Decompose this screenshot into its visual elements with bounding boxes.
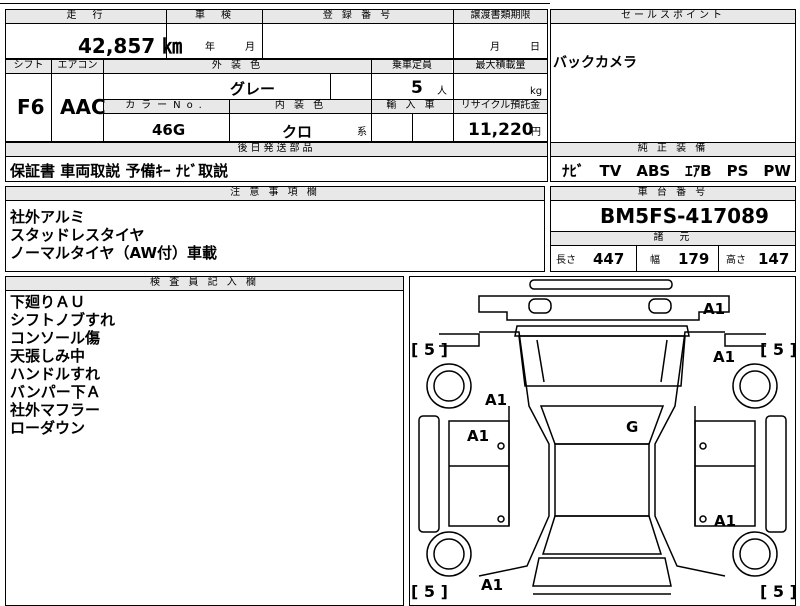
inspection-year-unit: 年 (205, 42, 215, 53)
damage-mark-rear-left: A1 (481, 576, 504, 594)
capacity-header: 乗車定員 (372, 60, 452, 73)
row1-divider-2 (262, 9, 263, 59)
transfer-day-unit: 日 (530, 42, 540, 53)
later-parts-header: 後日発送部品 (6, 143, 547, 156)
chassis-value: BM5FS-417089 (600, 204, 769, 228)
row2-header-line (5, 73, 548, 74)
row2-divider-import (412, 114, 413, 142)
damage-mark-left-front-door: A1 (467, 427, 490, 445)
interior-value: クロ (282, 123, 313, 141)
shift-value: F6 (17, 95, 45, 119)
mileage-header: 走 行 (6, 10, 166, 23)
damage-mark-roof: G (626, 418, 639, 436)
specs-divider-2 (718, 245, 719, 272)
inspector-line: コンソール傷 (10, 329, 101, 347)
recycle-header: リサイクル預託金 (454, 100, 547, 113)
interior-header: 内 装 色 (230, 100, 371, 113)
inspector-line: ハンドルすれ (10, 365, 101, 383)
mileage-value: 42,857 ㎞ (78, 34, 183, 58)
exterior-color-header: 外 装 色 (104, 60, 371, 73)
inspector-line: 天張しみ中 (10, 347, 86, 365)
shift-header: シフト (6, 60, 51, 73)
specs-header: 諸 元 (551, 232, 795, 245)
specs-header-line (550, 245, 796, 246)
interior-unit: 系 (357, 127, 367, 138)
inspector-header-line (5, 290, 404, 291)
ac-header: エアコン (52, 60, 103, 73)
inspection-month-unit: 月 (245, 42, 255, 53)
sales-point-value: バックカメラ (553, 55, 637, 71)
width-label: 幅 (650, 255, 660, 266)
top-edge-line (0, 3, 550, 4)
max-load-header: 最大積載量 (454, 60, 547, 73)
length-label: 長さ (556, 255, 576, 266)
length-value: 447 (593, 250, 625, 268)
row1-header-line (5, 23, 548, 24)
damage-mark-front-right-fender: A1 (713, 348, 736, 366)
row2-divider-shift (51, 59, 52, 142)
max-load-unit: kg (530, 86, 543, 97)
row2-divider-ext-inner (330, 73, 331, 99)
note-line: スタッドレスタイヤ (10, 226, 145, 244)
width-value: 179 (678, 250, 710, 268)
damage-mark-front-bumper: A1 (703, 300, 726, 318)
inspector-list: 下廻りＡＵ シフトノブすれ コンソール傷 天張しみ中 ハンドルすれ バンパー下Ａ… (10, 293, 115, 437)
later-parts-header-line (5, 156, 548, 157)
row2-divider-colorno (229, 99, 230, 142)
height-value: 147 (758, 250, 790, 268)
notes-header-line (5, 200, 545, 201)
notes-list: 社外アルミ スタッドレスタイヤ ノーマルタイヤ（AW付）車載 (10, 208, 217, 262)
height-label: 高さ (726, 255, 746, 266)
color-no-value: 46G (152, 121, 186, 139)
inspector-line: 下廻りＡＵ (10, 293, 86, 311)
row2-sub-header-line (103, 113, 548, 114)
recycle-unit: 円 (531, 127, 541, 138)
inspector-line: シフトノブすれ (10, 311, 116, 329)
row1-divider-3 (453, 9, 454, 59)
note-line: 社外アルミ (10, 208, 85, 226)
damage-mark-right-rear-door: A1 (714, 512, 737, 530)
notes-header: 注 意 事 項 欄 (6, 187, 544, 200)
chassis-header: 車 台 番 号 (551, 187, 795, 200)
inspector-header: 検 査 員 記 入 欄 (6, 277, 403, 290)
inspector-line: バンパー下Ａ (10, 383, 101, 401)
registration-header: 登 録 番 号 (263, 10, 453, 23)
equipment-header-line (550, 156, 796, 157)
note-line: ノーマルタイヤ（AW付）車載 (10, 244, 218, 262)
inspector-line: ローダウン (10, 419, 86, 437)
chassis-header-line (550, 200, 796, 201)
exterior-color-value: グレー (230, 80, 276, 98)
inspector-line: 社外マフラー (10, 401, 101, 419)
tire-rear-right: [ 5 ] (760, 582, 797, 601)
equipment-value: ﾅﾋﾞ TV ABS ｴｱB PS PW (562, 162, 791, 180)
color-no-header: カラーNo. (104, 100, 229, 113)
inspection-header: 車 検 (167, 10, 262, 23)
import-header: 輸 入 車 (372, 100, 452, 113)
tire-front-left: [ 5 ] (411, 340, 448, 359)
specs-divider-1 (636, 245, 637, 272)
transfer-header: 譲渡書類期限 (454, 10, 547, 23)
damage-mark-left-fender: A1 (485, 391, 508, 409)
sales-point-header: セールスポイント (551, 10, 795, 23)
tire-rear-left: [ 5 ] (411, 582, 448, 601)
later-parts-value: 保証書 車両取説 予備ｷｰ ﾅﾋﾞ取説 (10, 162, 229, 180)
recycle-value: 11,220 (468, 120, 534, 140)
capacity-value: 5 (411, 78, 423, 98)
equipment-header: 純 正 装 備 (551, 143, 795, 156)
tire-front-right: [ 5 ] (760, 340, 797, 359)
ac-value: AAC (60, 95, 106, 119)
sales-point-header-line (550, 23, 796, 24)
capacity-unit: 人 (437, 86, 447, 97)
transfer-month-unit: 月 (490, 42, 500, 53)
